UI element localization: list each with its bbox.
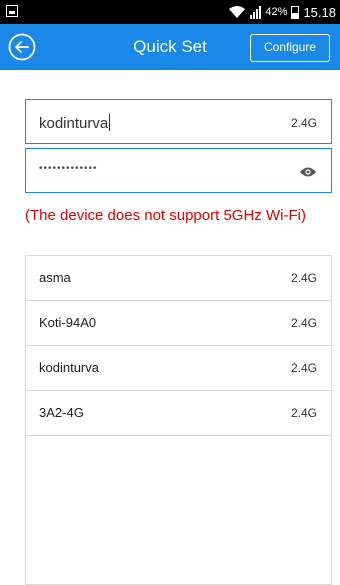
network-name: asma [39,270,71,285]
wifi-network-row[interactable]: Koti-94A0 2.4G [26,301,331,346]
password-input[interactable]: ••••••••••••• [25,148,332,193]
eye-icon[interactable] [299,165,317,177]
network-name: 3A2-4G [39,405,84,420]
wifi-network-row[interactable]: kodinturva 2.4G [26,346,331,391]
network-band: 2.4G [290,361,317,375]
ssid-band-label: 2.4G [290,116,317,130]
status-bar: 42% 15.18 [0,0,340,24]
network-band: 2.4G [290,406,317,420]
network-band: 2.4G [290,316,317,330]
battery-icon [291,5,300,19]
configure-button[interactable]: Configure [250,34,330,62]
text-caret [109,114,111,131]
wifi-icon [228,5,246,19]
unsupported-5ghz-warning: (The device does not support 5GHz Wi-Fi) [25,207,306,224]
ssid-value: kodinturva [39,114,111,132]
wifi-network-row[interactable]: 3A2-4G 2.4G [26,391,331,436]
network-band: 2.4G [290,271,317,285]
ssid-input[interactable]: kodinturva 2.4G [25,99,332,144]
signal-icon [250,5,262,19]
clock: 15.18 [303,4,336,20]
wifi-network-row[interactable]: asma 2.4G [26,256,331,301]
gallery-notification-icon [6,5,18,17]
app-bar: Quick Set Configure [0,24,340,70]
network-name: Koti-94A0 [39,315,97,330]
password-mask: ••••••••••••• [39,163,98,174]
status-indicators: 42% 15.18 [228,0,336,24]
wifi-network-list: asma 2.4G Koti-94A0 2.4G kodinturva 2.4G 3A2-4… [25,255,332,585]
battery-percent: 42% [265,6,288,18]
network-name: kodinturva [39,360,99,375]
